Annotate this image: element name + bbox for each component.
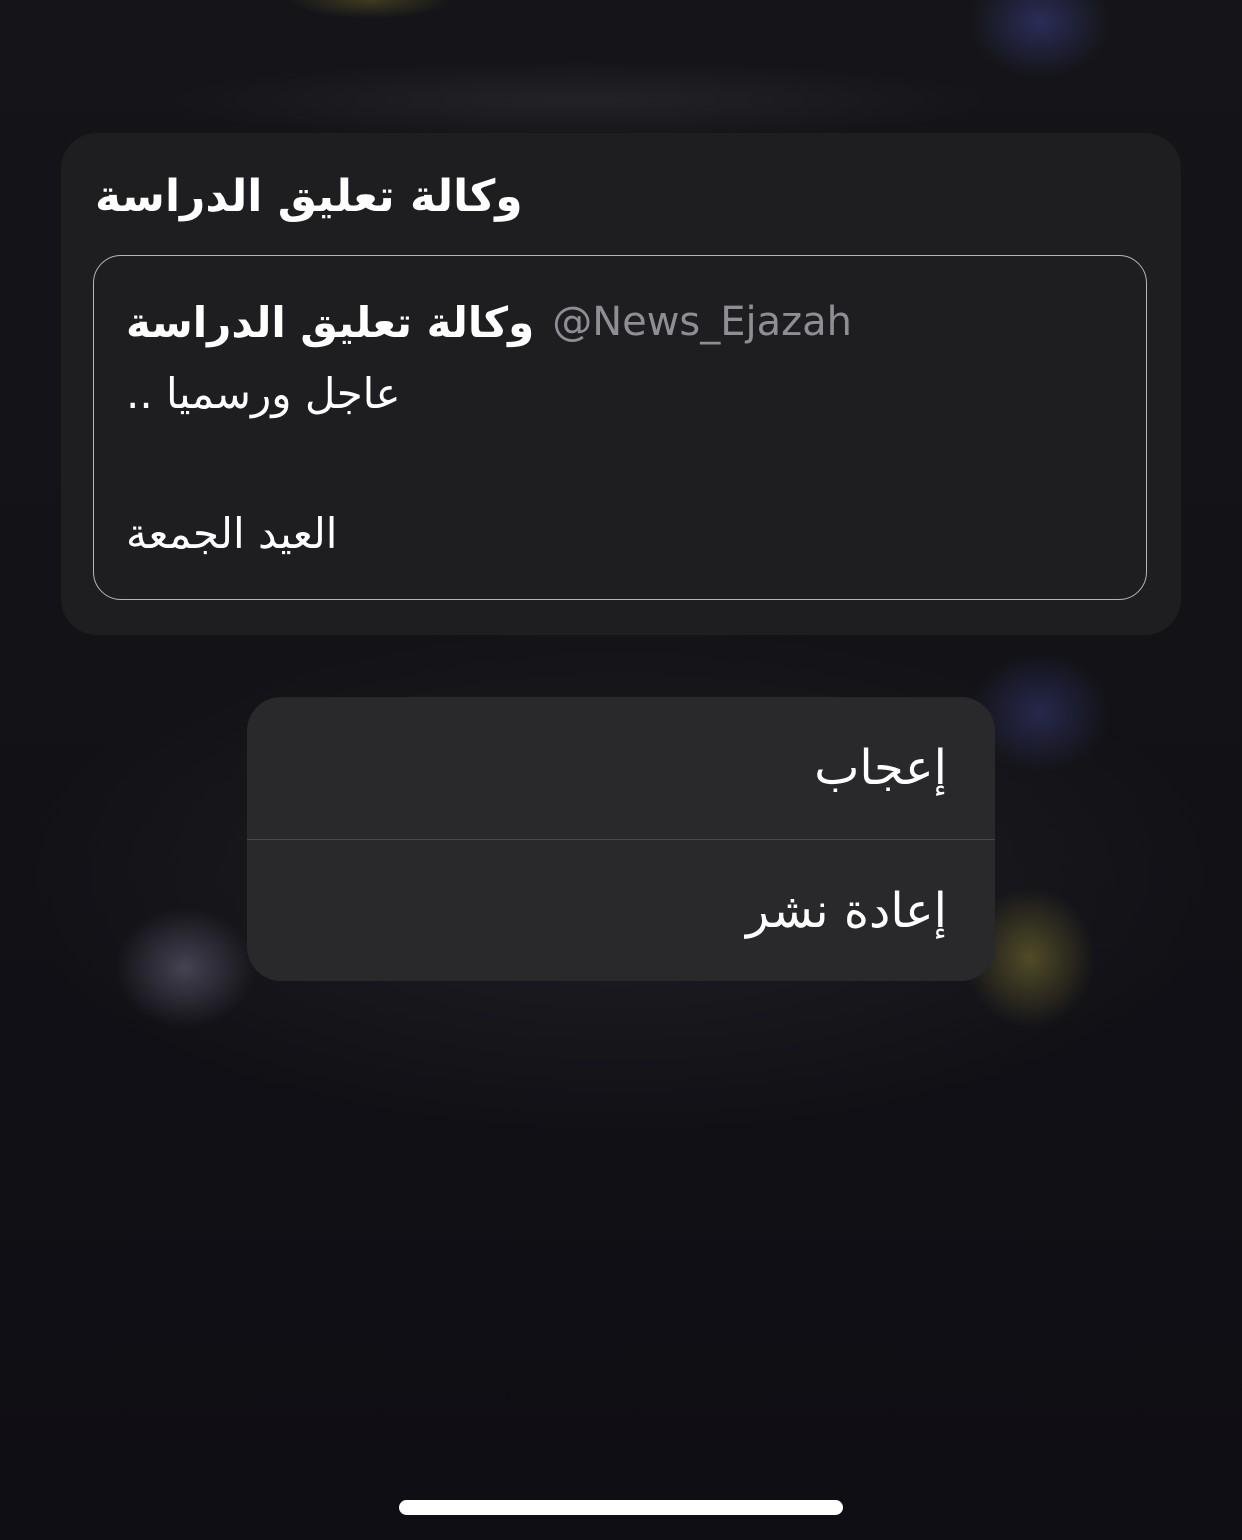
home-indicator[interactable] <box>399 1500 843 1515</box>
card-title: وكالة تعليق الدراسة <box>95 171 523 222</box>
tweet-header: وكالة تعليق الدراسة @News_Ejazah <box>126 296 852 348</box>
tweet-text-line-1: عاجل ورسميا .. <box>126 369 401 418</box>
share-preview-card: وكالة تعليق الدراسة وكالة تعليق الدراسة … <box>61 133 1181 635</box>
context-menu: إعجاب إعادة نشر <box>247 697 995 981</box>
tweet-preview[interactable]: وكالة تعليق الدراسة @News_Ejazah عاجل ور… <box>93 255 1147 600</box>
like-menu-item[interactable]: إعجاب <box>247 697 995 839</box>
tweet-author-name: وكالة تعليق الدراسة <box>126 297 535 347</box>
like-menu-label: إعجاب <box>814 740 947 796</box>
tweet-author-handle: @News_Ejazah <box>552 299 853 345</box>
repost-menu-item[interactable]: إعادة نشر <box>247 839 995 981</box>
tweet-text-line-2: العيد الجمعة <box>126 509 338 558</box>
repost-menu-label: إعادة نشر <box>745 882 947 939</box>
